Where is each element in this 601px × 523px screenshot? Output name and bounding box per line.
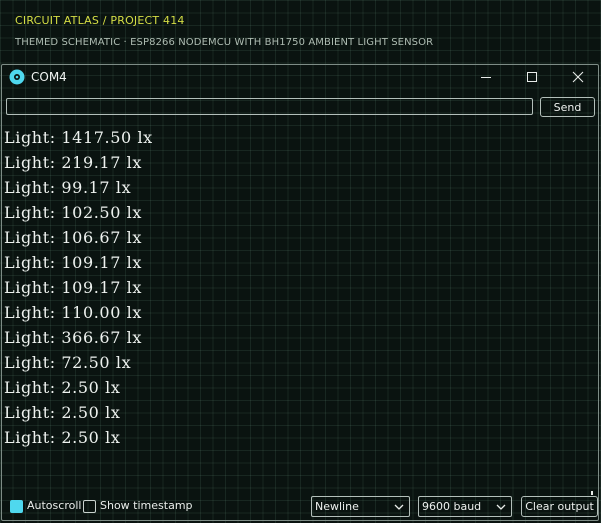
output-line: Light: 72.50 lx <box>4 353 132 372</box>
close-button[interactable] <box>556 66 601 88</box>
output-line: Light: 219.17 lx <box>4 153 143 172</box>
chevron-down-icon <box>394 504 404 510</box>
send-row: Send <box>2 95 598 121</box>
send-button[interactable]: Send <box>540 97 595 117</box>
output-line: Light: 366.67 lx <box>4 328 143 347</box>
clear-output-button[interactable]: Clear output <box>521 496 598 517</box>
breadcrumb: CIRCUIT ATLAS / PROJECT 414 <box>15 14 185 27</box>
serial-output[interactable]: Light: 1417.50 lx Light: 219.17 lx Light: … <box>2 125 598 495</box>
output-line: Light: 1417.50 lx <box>4 128 153 147</box>
output-line: Light: 110.00 lx <box>4 303 143 322</box>
line-ending-select[interactable]: Newline <box>311 496 410 517</box>
output-line: Light: 106.67 lx <box>4 228 143 247</box>
maximize-icon <box>527 72 537 82</box>
baud-select[interactable]: 9600 baud <box>418 496 512 517</box>
maximize-button[interactable] <box>510 66 556 88</box>
chevron-down-icon <box>496 504 506 510</box>
autoscroll-label[interactable]: Autoscroll <box>27 499 81 512</box>
baud-value: 9600 baud <box>422 500 482 513</box>
minimize-button[interactable] <box>464 66 510 88</box>
window-title: COM4 <box>31 70 67 84</box>
output-line: Light: 99.17 lx <box>4 178 132 197</box>
output-line: Light: 2.50 lx <box>4 403 121 422</box>
line-ending-value: Newline <box>315 500 359 513</box>
output-line: Light: 102.50 lx <box>4 203 143 222</box>
output-line: Light: 109.17 lx <box>4 278 143 297</box>
minimize-icon <box>481 77 491 78</box>
timestamp-label[interactable]: Show timestamp <box>100 499 193 512</box>
timestamp-checkbox[interactable] <box>83 500 96 513</box>
serial-monitor-icon <box>9 69 25 85</box>
serial-monitor-window: COM4 Send Light: 1417.50 lx Light: 219.17… <box>1 64 599 521</box>
serial-input[interactable] <box>6 98 533 115</box>
output-line: Light: 2.50 lx <box>4 378 121 397</box>
output-line: Light: 2.50 lx <box>4 428 121 447</box>
close-icon <box>572 71 584 83</box>
autoscroll-checkbox[interactable] <box>10 500 23 513</box>
page-subtitle: THEMED SCHEMATIC · ESP8266 NODEMCU WITH … <box>15 37 434 48</box>
output-line: Light: 109.17 lx <box>4 253 143 272</box>
title-bar[interactable]: COM4 <box>2 65 598 90</box>
bottom-toolbar: Autoscroll Show timestamp Newline 9600 b… <box>2 495 598 520</box>
page-header: CIRCUIT ATLAS / PROJECT 414 THEMED SCHEM… <box>0 0 601 62</box>
